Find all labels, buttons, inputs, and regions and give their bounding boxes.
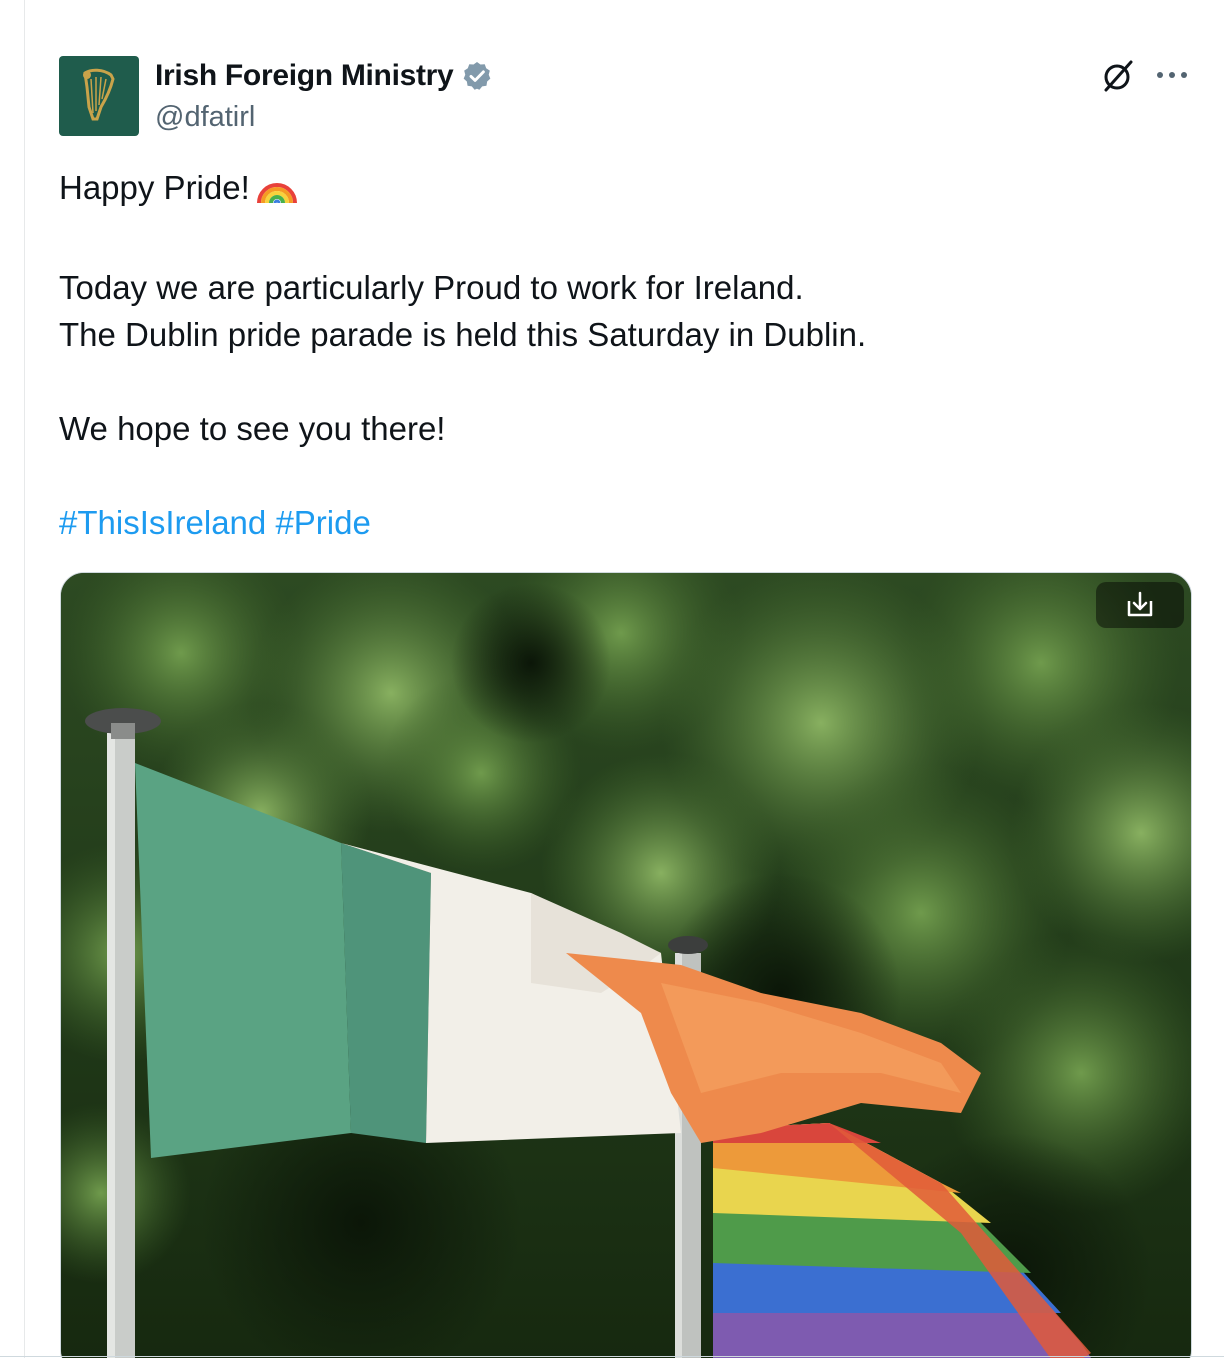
more-options-button[interactable] [1152,58,1192,92]
tweet-media-video[interactable] [60,572,1192,1358]
verified-badge-icon[interactable] [461,60,493,92]
grok-icon [1104,60,1133,92]
tweet-greeting: Happy Pride! [59,169,250,206]
tweet-line: The Dublin pride parade is held this Sat… [59,316,867,353]
rainbow-emoji-icon [256,169,298,217]
tweet-line: Happy Pride! [59,164,1179,217]
tweet-text: Happy Pride! Today we are particularly P… [59,164,1179,546]
tweet-line: We hope to see you there! [59,410,446,447]
author-name-row: Irish Foreign Ministry [155,56,493,96]
avatar[interactable] [59,56,139,136]
hashtag-line: #ThisIsIreland #Pride [59,499,1179,546]
author-handle[interactable]: @dfatirl [155,98,255,136]
flag-scene-image [61,573,1191,1358]
page-bottom-border [0,1356,1224,1357]
tweet-line: Today we are particularly Proud to work … [59,269,804,306]
timeline-border [24,0,25,1358]
download-icon [1127,591,1153,617]
harp-icon [83,68,115,121]
download-button[interactable] [1096,582,1184,628]
hashtag-link[interactable]: #Pride [275,504,370,541]
grok-button[interactable] [1098,56,1138,96]
author-display-name[interactable]: Irish Foreign Ministry [155,56,454,96]
tweet-page: Irish Foreign Ministry @dfatirl Happy Pr… [0,0,1224,1358]
hashtag-link[interactable]: #ThisIsIreland [59,504,266,541]
more-dots-icon [1157,72,1187,78]
